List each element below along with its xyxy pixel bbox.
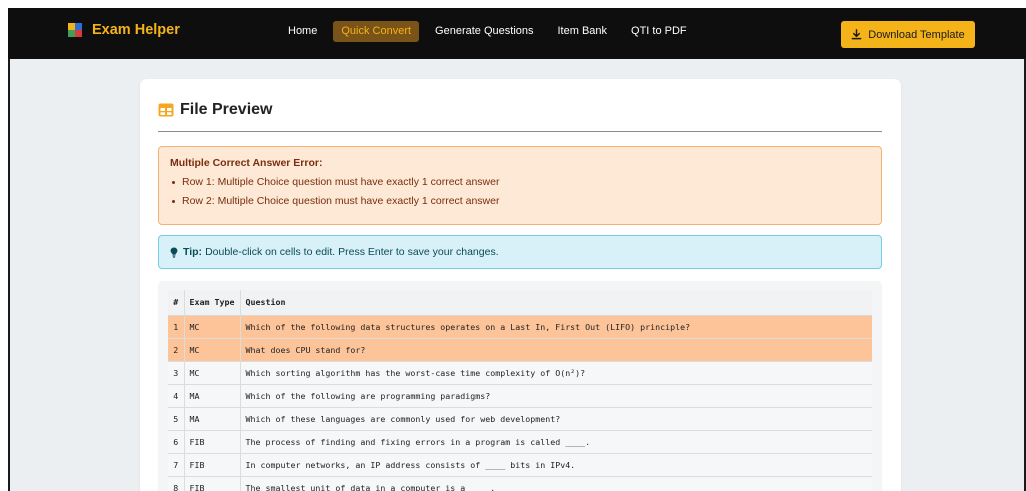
logo-tile (68, 23, 75, 30)
error-heading: Multiple Correct Answer Error: (170, 157, 323, 169)
row-number: 1 (168, 315, 184, 339)
logo-tile (75, 30, 82, 37)
exam-type-cell[interactable]: FIB (183, 476, 240, 491)
table-header-row: # Exam Type Question (168, 290, 872, 316)
error-list: Row 1: Multiple Choice question must hav… (170, 176, 870, 207)
nav-qti-to-pdf[interactable]: QTI to PDF (631, 25, 687, 38)
puzzle-logo-icon (68, 23, 82, 37)
title-divider (158, 131, 882, 132)
tip-alert: Tip: Double-click on cells to edit. Pres… (158, 235, 882, 269)
question-cell[interactable]: The process of finding and fixing errors… (239, 430, 872, 454)
preview-table-container: # Exam Type Question 1 MC Which of the f… (158, 281, 882, 491)
download-icon (851, 29, 862, 40)
table-row: 7 FIB In computer networks, an IP addres… (168, 453, 872, 477)
exam-type-cell[interactable]: FIB (183, 430, 240, 454)
question-cell[interactable]: Which of the following are programming p… (239, 384, 872, 408)
col-header-number: # (168, 290, 184, 316)
table-row: 5 MA Which of these languages are common… (168, 407, 872, 431)
error-alert: Multiple Correct Answer Error: Row 1: Mu… (158, 146, 882, 225)
app-frame: Exam Helper Home Quick Convert Generate … (8, 8, 1026, 491)
col-header-exam-type: Exam Type (183, 290, 240, 316)
brand[interactable]: Exam Helper (68, 22, 180, 38)
table-row: 3 MC Which sorting algorithm has the wor… (168, 361, 872, 385)
main-content: File Preview Multiple Correct Answer Err… (8, 59, 1026, 491)
exam-type-cell[interactable]: FIB (183, 453, 240, 477)
exam-type-cell[interactable]: MC (183, 315, 240, 339)
col-header-question: Question (239, 290, 872, 316)
exam-type-cell[interactable]: MC (183, 338, 240, 362)
table-row: 2 MC What does CPU stand for? (168, 338, 872, 362)
row-number: 8 (168, 476, 184, 491)
brand-name: Exam Helper (92, 22, 180, 38)
row-number: 3 (168, 361, 184, 385)
tip-text: Double-click on cells to edit. Press Ent… (205, 246, 499, 258)
card-title-text: File Preview (180, 101, 273, 118)
exam-type-cell[interactable]: MA (183, 407, 240, 431)
question-cell[interactable]: In computer networks, an IP address cons… (239, 453, 872, 477)
card-title: File Preview (158, 101, 273, 119)
main-nav: Home Quick Convert Generate Questions It… (288, 21, 711, 42)
exam-type-cell[interactable]: MA (183, 384, 240, 408)
question-cell[interactable]: Which of the following data structures o… (239, 315, 872, 339)
exam-type-cell[interactable]: MC (183, 361, 240, 385)
table-icon (158, 103, 174, 117)
navbar: Exam Helper Home Quick Convert Generate … (8, 8, 1026, 59)
row-number: 2 (168, 338, 184, 362)
error-item: Row 1: Multiple Choice question must hav… (170, 176, 870, 188)
download-template-label: Download Template (868, 28, 965, 41)
nav-home[interactable]: Home (288, 25, 317, 38)
lightbulb-icon (170, 247, 178, 258)
row-number: 4 (168, 384, 184, 408)
row-number: 5 (168, 407, 184, 431)
nav-generate-questions[interactable]: Generate Questions (435, 25, 533, 38)
row-number: 6 (168, 430, 184, 454)
table-row: 1 MC Which of the following data structu… (168, 315, 872, 339)
row-number: 7 (168, 453, 184, 477)
file-preview-card: File Preview Multiple Correct Answer Err… (140, 79, 901, 491)
preview-table: # Exam Type Question 1 MC Which of the f… (168, 290, 872, 491)
table-row: 8 FIB The smallest unit of data in a com… (168, 476, 872, 491)
question-cell[interactable]: What does CPU stand for? (239, 338, 872, 362)
download-template-button[interactable]: Download Template (841, 21, 975, 48)
question-cell[interactable]: Which of these languages are commonly us… (239, 407, 872, 431)
question-cell[interactable]: Which sorting algorithm has the worst-ca… (239, 361, 872, 385)
error-item: Row 2: Multiple Choice question must hav… (170, 195, 870, 207)
table-row: 6 FIB The process of finding and fixing … (168, 430, 872, 454)
table-row: 4 MA Which of the following are programm… (168, 384, 872, 408)
question-cell[interactable]: The smallest unit of data in a computer … (239, 476, 872, 491)
nav-quick-convert[interactable]: Quick Convert (333, 21, 420, 42)
tip-label: Tip: (183, 246, 203, 258)
nav-item-bank[interactable]: Item Bank (558, 25, 608, 38)
logo-tile (75, 23, 82, 30)
logo-tile (68, 30, 75, 37)
